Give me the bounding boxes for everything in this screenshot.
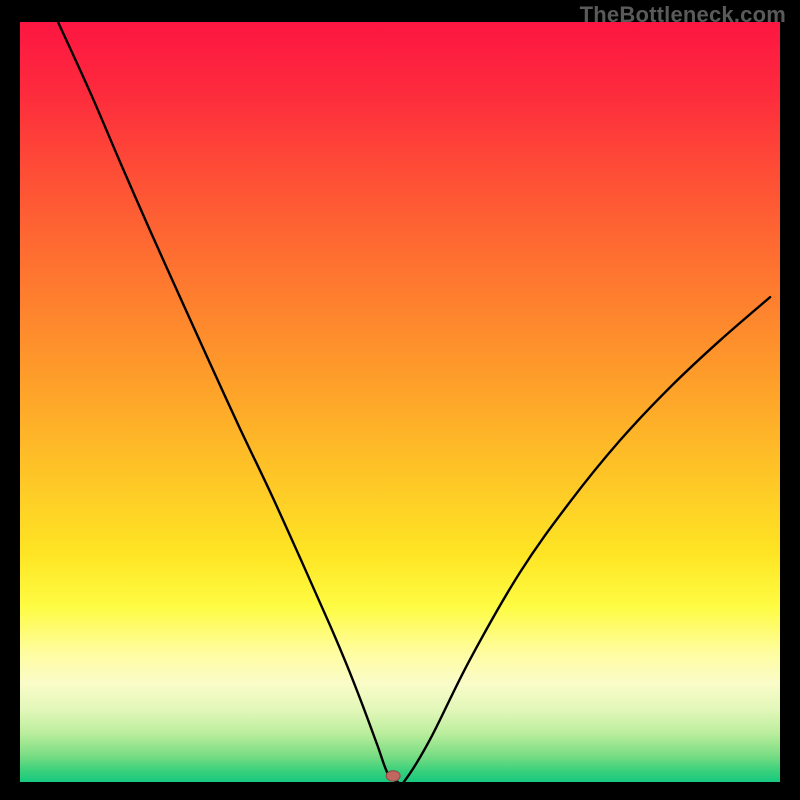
chart-frame: TheBottleneck.com: [0, 0, 800, 800]
plot-svg: [20, 22, 780, 782]
plot-area: [20, 22, 780, 782]
watermark-label: TheBottleneck.com: [580, 2, 786, 28]
background-rect: [20, 22, 780, 782]
minimum-marker: [386, 771, 400, 781]
